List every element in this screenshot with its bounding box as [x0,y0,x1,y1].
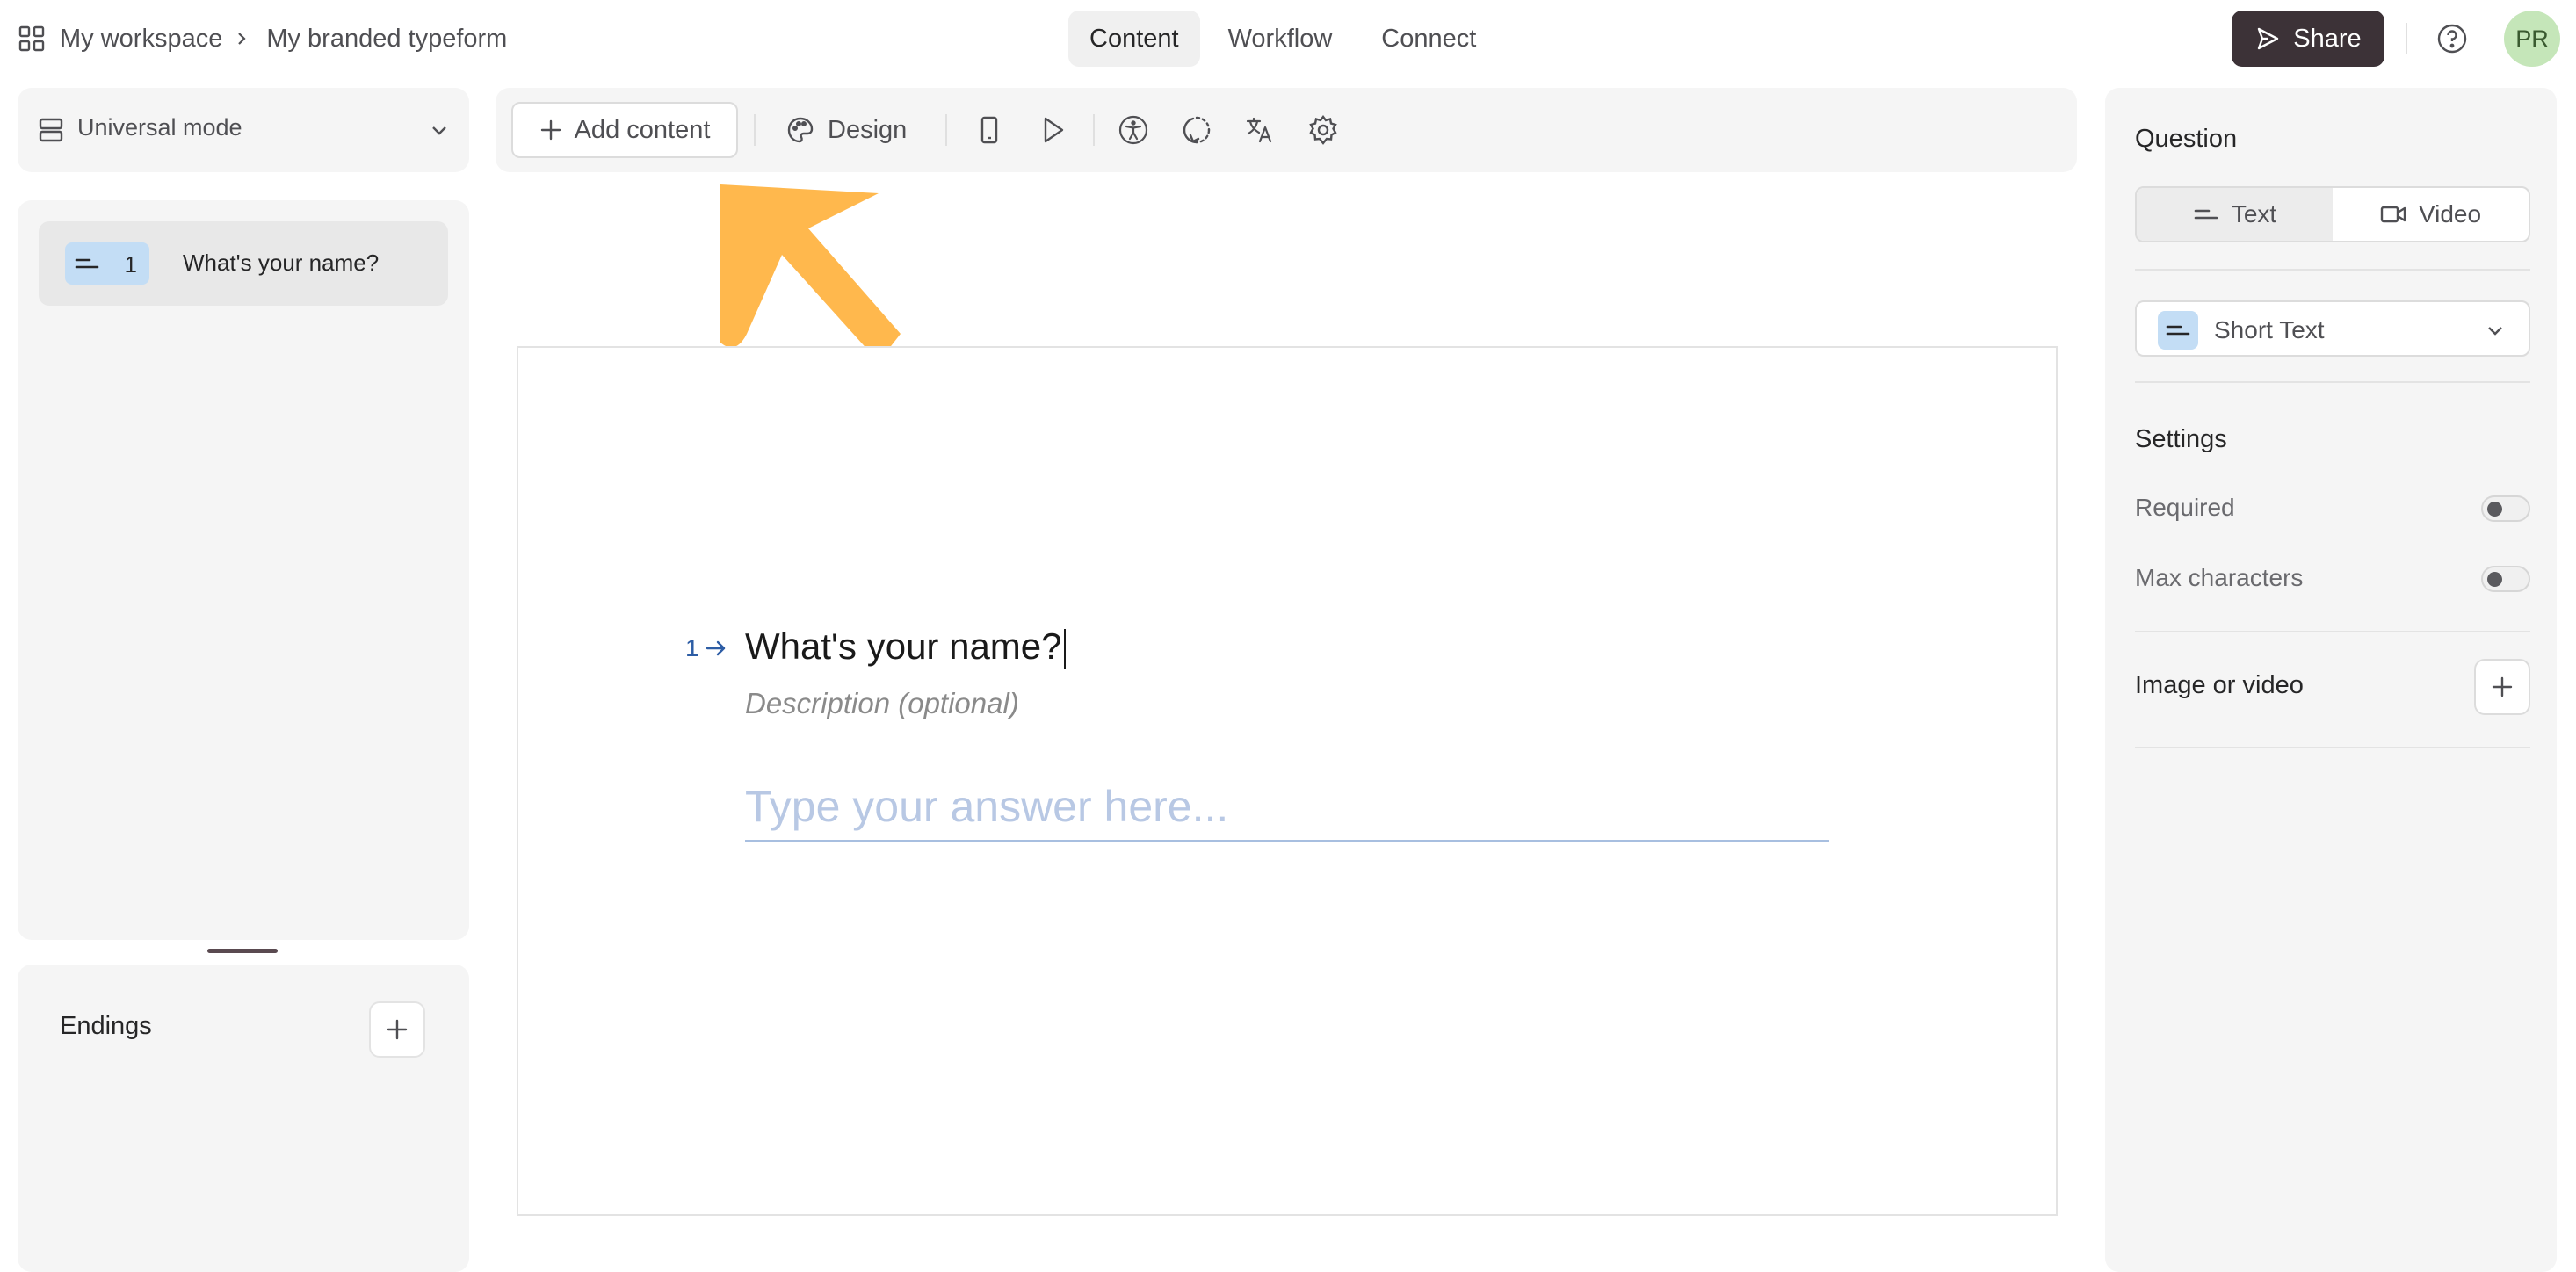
required-label: Required [2135,494,2235,521]
logic-icon[interactable] [1181,114,1212,146]
mode-selector[interactable]: Universal mode [18,88,469,172]
tab-content[interactable]: Content [1068,11,1200,67]
toggle-knob [2487,502,2502,517]
main-tabs: Content Workflow Connect [1068,11,1497,67]
format-text-label: Text [2231,200,2277,228]
question-list-title: What's your name? [183,249,380,276]
endings-label: Endings [60,1012,152,1040]
setting-required: Required [2135,490,2530,525]
breadcrumb-form-name[interactable]: My branded typeform [266,25,507,54]
top-bar: My workspace My branded typeform Content… [0,0,2576,77]
description-field[interactable]: Description (optional) [745,687,1019,720]
layers-icon [39,118,63,142]
divider [2135,631,2530,632]
toolbar-divider [754,114,756,146]
design-button[interactable]: Design [785,102,907,158]
chevron-down-icon [432,126,446,135]
breadcrumb: My workspace My branded typeform [18,19,507,58]
add-ending-button[interactable] [369,1001,425,1058]
question-number: 1 [124,251,137,278]
plus-icon [387,1019,408,1040]
setting-max-characters: Max characters [2135,560,2530,596]
format-video-option[interactable]: Video [2333,188,2529,241]
divider [2135,269,2530,271]
endings-panel: Endings [18,965,469,1272]
toggle-knob [2487,572,2502,587]
required-toggle[interactable] [2481,495,2530,522]
chevron-right-icon [238,33,246,45]
arrow-right-icon [706,640,725,656]
tab-connect[interactable]: Connect [1360,11,1497,67]
list-item[interactable]: 1 What's your name? [39,221,448,306]
avatar[interactable]: PR [2504,11,2560,67]
question-number-label: 1 [685,634,727,662]
question-heading: Question [2135,125,2238,153]
send-icon [2258,27,2279,50]
breadcrumb-workspace[interactable]: My workspace [60,25,222,54]
panel-resize-handle[interactable] [207,949,278,953]
translate-icon[interactable] [1244,114,1276,146]
question-type-badge [2158,311,2198,350]
mobile-preview-icon[interactable] [973,114,1005,146]
question-type-select[interactable]: Short Text [2135,300,2530,357]
share-button[interactable]: Share [2232,11,2384,67]
divider [2135,381,2530,383]
question-type-label: Short Text [2214,316,2325,343]
annotation-arrow-icon [720,184,901,362]
question-list: 1 What's your name? [18,200,469,940]
divider [2135,747,2530,748]
settings-gear-icon[interactable] [1307,114,1339,146]
settings-heading: Settings [2135,425,2227,453]
play-icon[interactable] [1037,114,1068,146]
plus-icon [2492,676,2513,697]
share-label: Share [2293,24,2362,53]
canvas-question-number: 1 [685,634,699,661]
max-characters-label: Max characters [2135,564,2304,591]
add-content-label: Add content [574,115,711,144]
toolbar-divider [1093,114,1095,146]
palette-icon [787,117,814,143]
question-settings-panel: Question Text Video Short Text Settings … [2105,88,2557,1272]
add-content-button[interactable]: Add content [511,102,738,158]
text-cursor [1063,628,1066,669]
question-badge: 1 [65,242,149,285]
workspace-grid-icon[interactable] [18,25,46,53]
answer-input[interactable] [745,773,1829,842]
format-text-option[interactable]: Text [2137,188,2333,241]
header-divider [2406,23,2407,54]
mode-label: Universal mode [77,114,242,141]
max-characters-toggle[interactable] [2481,566,2530,592]
tab-workflow[interactable]: Workflow [1207,11,1354,67]
question-title-editor[interactable]: What's your name? [745,625,1066,669]
short-text-icon [2194,209,2218,220]
accessibility-icon[interactable] [1118,114,1149,146]
question-title-text: What's your name? [745,625,1062,667]
chevron-down-icon [2488,327,2502,336]
design-label: Design [828,115,908,144]
format-video-label: Video [2418,200,2482,228]
add-media-button[interactable] [2474,659,2530,715]
image-or-video-label: Image or video [2135,671,2304,699]
help-icon[interactable] [2435,22,2469,55]
short-text-icon [75,258,99,269]
editor-toolbar: Add content Design [496,88,2077,172]
toolbar-divider [945,114,947,146]
short-text-icon [2166,325,2190,336]
video-camera-icon [2380,206,2406,223]
plus-icon [540,119,561,141]
format-segmented-control: Text Video [2135,186,2530,242]
